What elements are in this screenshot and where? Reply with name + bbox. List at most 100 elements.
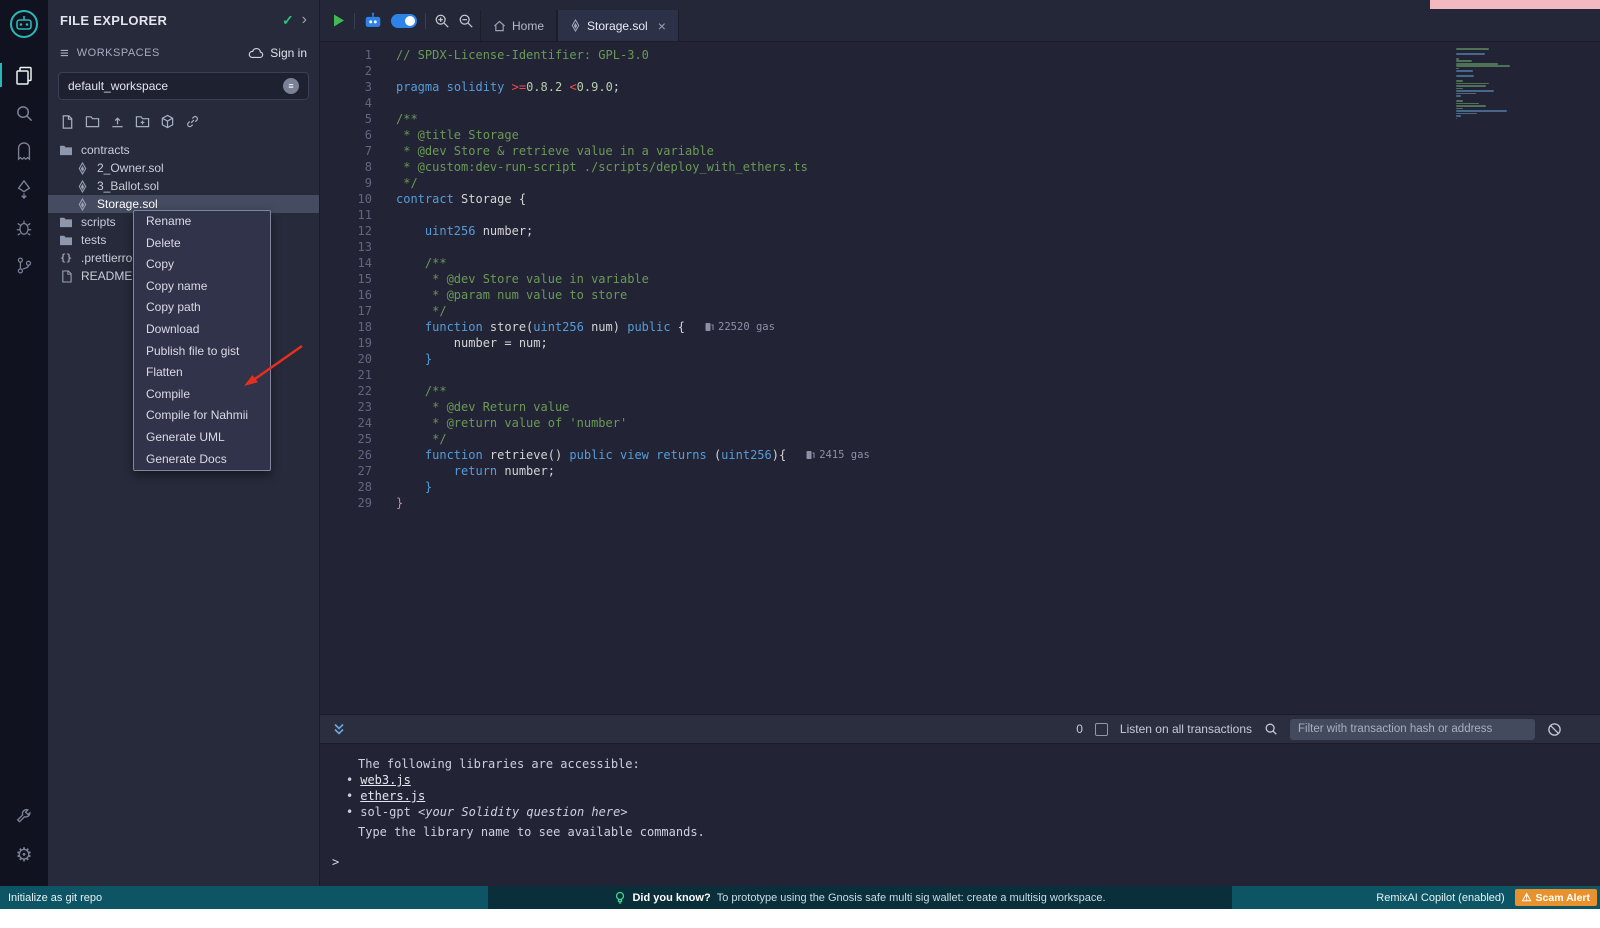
- context-menu-item-copy[interactable]: Copy: [134, 254, 270, 276]
- folder-icon: [58, 144, 74, 156]
- search-icon[interactable]: [0, 94, 48, 132]
- context-menu-item-compile[interactable]: Compile: [134, 384, 270, 406]
- code-line-5: /**: [396, 111, 1600, 127]
- context-menu-item-generate-docs[interactable]: Generate Docs: [134, 449, 270, 471]
- code-line-7: * @dev Store & retrieve value in a varia…: [396, 143, 1600, 159]
- line-number: 19: [320, 335, 372, 351]
- cloud-icon: [248, 47, 264, 59]
- transaction-count: 0: [1076, 722, 1083, 736]
- terminal-search-icon[interactable]: [1264, 722, 1278, 736]
- context-menu-item-compile-for-nahmii[interactable]: Compile for Nahmii: [134, 405, 270, 427]
- code-line-10: contract Storage {: [396, 191, 1600, 207]
- tab-home[interactable]: Home: [480, 10, 557, 41]
- debugger-icon[interactable]: [0, 208, 48, 246]
- deploy-and-run-icon[interactable]: [0, 170, 48, 208]
- clear-console-icon[interactable]: [1547, 722, 1562, 737]
- context-menu-item-copy-name[interactable]: Copy name: [134, 276, 270, 298]
- tree-item-3-ballot-sol[interactable]: 3_Ballot.sol: [48, 177, 319, 195]
- warning-icon: ⚠: [1522, 891, 1532, 904]
- zoom-out-icon[interactable]: [458, 13, 474, 29]
- code-line-19: number = num;: [396, 335, 1600, 351]
- ethers-link[interactable]: ethers.js: [360, 789, 425, 803]
- minimap[interactable]: [1456, 48, 1532, 120]
- expand-terminal-icon[interactable]: [332, 722, 346, 736]
- workspaces-menu-icon[interactable]: ≡: [60, 45, 69, 62]
- web3-link[interactable]: web3.js: [360, 773, 411, 787]
- tree-item-contracts[interactable]: contracts: [48, 141, 319, 159]
- workspace-name: default_workspace: [68, 79, 168, 93]
- context-menu-item-flatten[interactable]: Flatten: [134, 362, 270, 384]
- workspace-options-icon[interactable]: ≡: [283, 78, 299, 94]
- code-line-8: * @custom:dev-run-script ./scripts/deplo…: [396, 159, 1600, 175]
- remix-logo[interactable]: [9, 9, 39, 44]
- context-menu-item-download[interactable]: Download: [134, 319, 270, 341]
- line-number: 9: [320, 175, 372, 191]
- line-number: 26: [320, 447, 372, 463]
- file-toolbar: [48, 112, 319, 131]
- code-line-22: /**: [396, 383, 1600, 399]
- tree-item-2-owner-sol[interactable]: 2_Owner.sol: [48, 159, 319, 177]
- collapse-chevron-icon[interactable]: ›: [302, 12, 307, 28]
- terminal-output[interactable]: The following libraries are accessible: …: [320, 744, 1600, 886]
- upload-folder-icon[interactable]: [133, 112, 152, 131]
- code-line-18: function store(uint256 num) public {2252…: [396, 319, 1600, 335]
- context-menu-item-rename[interactable]: Rename: [134, 211, 270, 233]
- line-number: 18: [320, 319, 372, 335]
- context-menu-item-publish-file-to-gist[interactable]: Publish file to gist: [134, 341, 270, 363]
- workspace-selector[interactable]: default_workspace ≡: [58, 72, 309, 100]
- line-number: 15: [320, 271, 372, 287]
- new-file-icon[interactable]: [58, 112, 77, 131]
- line-number: 16: [320, 287, 372, 303]
- remixai-robot-icon[interactable]: [363, 12, 383, 29]
- context-menu-item-generate-uml[interactable]: Generate UML: [134, 427, 270, 449]
- code-editor[interactable]: 1234567891011121314151617181920212223242…: [320, 42, 1600, 714]
- tree-item-label: scripts: [81, 215, 116, 229]
- solidity-compiler-icon[interactable]: [0, 132, 48, 170]
- accept-check-icon[interactable]: ✓: [282, 12, 294, 29]
- upload-file-icon[interactable]: [108, 112, 127, 131]
- copilot-status[interactable]: RemixAI Copilot (enabled): [1376, 892, 1504, 904]
- lightbulb-icon: [614, 891, 626, 905]
- cube-icon[interactable]: [158, 112, 177, 131]
- code-line-20: }: [396, 351, 1600, 367]
- line-number: 22: [320, 383, 372, 399]
- code-content: // SPDX-License-Identifier: GPL-3.0 prag…: [392, 42, 1600, 714]
- zoom-in-icon[interactable]: [434, 13, 450, 29]
- terminal-library-item: •web3.js: [320, 772, 1600, 788]
- tree-item-label: contracts: [81, 143, 130, 157]
- folder-icon: [58, 216, 74, 228]
- git-init-button[interactable]: Initialize as git repo: [8, 886, 102, 909]
- context-menu-item-copy-path[interactable]: Copy path: [134, 297, 270, 319]
- terminal-intro: The following libraries are accessible:: [320, 756, 1600, 772]
- git-icon[interactable]: [0, 246, 48, 284]
- remix-ide-window: ⚙ FILE EXPLORER ✓ › ≡ WORKSPACES Sign in: [0, 0, 1600, 909]
- tree-item-label: 2_Owner.sol: [97, 161, 164, 175]
- code-line-9: */: [396, 175, 1600, 191]
- file-explorer-icon[interactable]: [0, 56, 48, 94]
- code-line-24: * @return value of 'number': [396, 415, 1600, 431]
- terminal-prompt[interactable]: >: [320, 854, 1600, 870]
- line-numbers: 1234567891011121314151617181920212223242…: [320, 42, 392, 714]
- solgpt-hint: <your Solidity question here>: [418, 805, 628, 819]
- filter-input[interactable]: [1290, 719, 1535, 740]
- scam-alert-button[interactable]: ⚠ Scam Alert: [1515, 889, 1597, 906]
- plugin-manager-icon[interactable]: [0, 798, 48, 836]
- solidity-file-icon: [570, 19, 581, 32]
- code-line-6: * @title Storage: [396, 127, 1600, 143]
- settings-gear-icon[interactable]: ⚙: [0, 836, 48, 874]
- home-icon: [493, 20, 506, 32]
- line-number: 14: [320, 255, 372, 271]
- sign-in-button[interactable]: Sign in: [248, 46, 307, 60]
- run-script-button[interactable]: [332, 13, 346, 28]
- tab-storage-sol[interactable]: Storage.sol ×: [557, 10, 679, 41]
- did-you-know-banner: Did you know? To prototype using the Gno…: [488, 886, 1232, 909]
- new-folder-icon[interactable]: [83, 112, 102, 131]
- listen-checkbox[interactable]: [1095, 723, 1108, 736]
- context-menu-item-delete[interactable]: Delete: [134, 233, 270, 255]
- copilot-toggle[interactable]: [391, 14, 417, 28]
- line-number: 29: [320, 495, 372, 511]
- link-icon[interactable]: [183, 112, 202, 131]
- line-number: 13: [320, 239, 372, 255]
- close-tab-icon[interactable]: ×: [658, 18, 666, 34]
- line-number: 11: [320, 207, 372, 223]
